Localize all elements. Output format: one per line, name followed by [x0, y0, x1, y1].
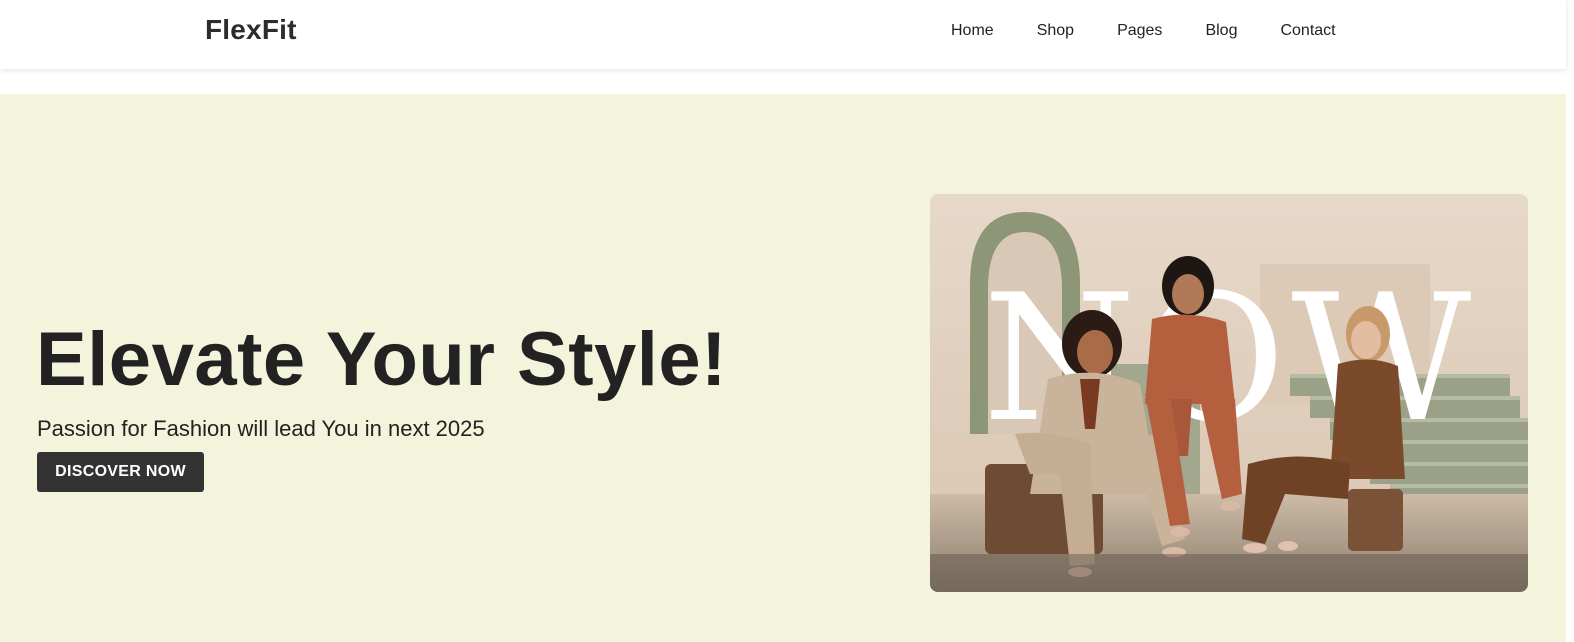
nav-contact[interactable]: Contact	[1280, 22, 1335, 40]
fashion-photo-illustration: NOW	[930, 194, 1528, 592]
top-navbar: FlexFit Home Shop Pages Blog Contact	[0, 0, 1566, 69]
main-nav: Home Shop Pages Blog Contact	[951, 22, 1379, 40]
hero-section: Elevate Your Style! Passion for Fashion …	[0, 94, 1566, 642]
discover-now-button[interactable]: DISCOVER NOW	[37, 452, 204, 492]
nav-pages[interactable]: Pages	[1117, 22, 1162, 40]
nav-shop[interactable]: Shop	[1037, 22, 1074, 40]
nav-home[interactable]: Home	[951, 22, 994, 40]
hero-subtitle: Passion for Fashion will lead You in nex…	[37, 416, 485, 441]
brand-logo[interactable]: FlexFit	[205, 14, 297, 46]
nav-blog[interactable]: Blog	[1205, 22, 1237, 40]
hero-title: Elevate Your Style!	[36, 317, 727, 402]
hero-fashion-image: NOW	[930, 194, 1528, 592]
